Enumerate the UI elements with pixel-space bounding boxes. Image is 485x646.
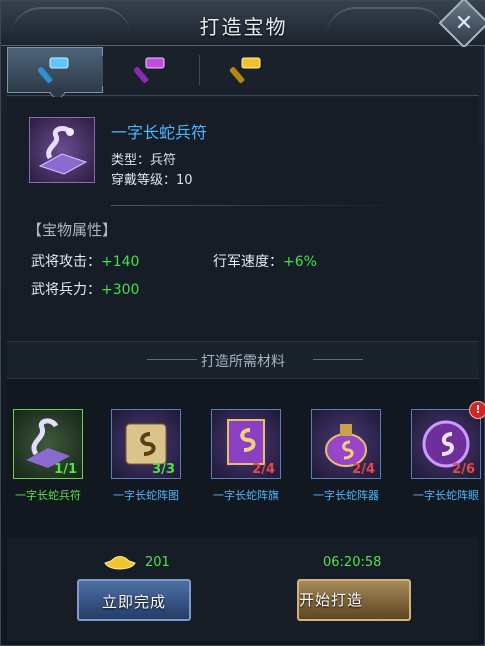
material-count: 3/3 [152, 462, 175, 477]
materials-header-bar: 打造所需材料 [7, 341, 479, 379]
attr-speed-value: +6% [283, 254, 317, 270]
material-label: 一字长蛇阵器 [313, 489, 379, 502]
tab-gold-hammer[interactable] [199, 47, 295, 93]
item-type: 类型：兵符 [111, 153, 177, 168]
hammer-tabs [7, 47, 479, 96]
gold-cost: 201 [103, 551, 170, 573]
close-button[interactable]: ✕ [438, 0, 485, 49]
serpent-token-icon[interactable] [29, 117, 95, 183]
alert-badge: ! [469, 401, 485, 419]
blue-hammer-icon [38, 57, 69, 84]
attr-attack-label: 武将攻击： [31, 254, 101, 270]
forge-treasure-window: 打造宝物 ✕ 一字长蛇兵符 类型：兵符 穿戴等级：10 【宝物属性】 武将攻击：… [0, 0, 485, 646]
material-label: 一字长蛇阵图 [113, 489, 179, 502]
item-info: 一字长蛇兵符 类型：兵符 穿戴等级：10 【宝物属性】 武将攻击：+140 行军… [7, 97, 479, 337]
tab-purple-hammer[interactable] [103, 47, 200, 93]
item-level: 穿戴等级：10 [111, 173, 193, 188]
material-count: 2/4 [352, 462, 375, 477]
serpent-token-art [38, 126, 88, 175]
material-count: 2/6 [452, 462, 475, 477]
gold-hammer-icon [230, 57, 261, 84]
attr-attack: 武将攻击：+140 [31, 251, 139, 271]
material-slot-token[interactable]: 1/1 一字长蛇兵符 [13, 409, 83, 502]
material-label: 一字长蛇兵符 [15, 489, 81, 502]
material-label: 一字长蛇阵旗 [213, 489, 279, 502]
header-line-right [313, 359, 363, 360]
close-icon: ✕ [454, 10, 474, 36]
attr-troops: 武将兵力：+300 [31, 279, 139, 299]
gold-ingot-icon [104, 556, 136, 570]
material-slot-eye[interactable]: ! 2/6 一字长蛇阵眼 [411, 401, 485, 502]
attr-march-speed: 行军速度：+6% [213, 251, 317, 271]
gold-value: 201 [145, 554, 170, 570]
forge-timer: 06:20:58 [323, 555, 382, 570]
window-title: 打造宝物 [199, 15, 288, 39]
start-forge-button[interactable]: 开始打造 [297, 579, 411, 621]
material-slot-flag[interactable]: 2/4 一字长蛇阵旗 [211, 409, 281, 502]
attr-troops-value: +300 [101, 282, 140, 298]
footer: 201 06:20:58 立即完成 开始打造 [7, 537, 479, 641]
attr-troops-label: 武将兵力： [31, 282, 101, 298]
attr-speed-label: 行军速度： [213, 254, 283, 270]
item-name: 一字长蛇兵符 [111, 123, 208, 142]
divider [111, 205, 411, 206]
material-count: 2/4 [252, 462, 275, 477]
title-bar: 打造宝物 ✕ [1, 0, 485, 49]
material-slot-vessel[interactable]: 2/4 一字长蛇阵器 [311, 409, 381, 502]
material-count: 1/1 [54, 462, 77, 477]
materials-header: 打造所需材料 [201, 354, 285, 370]
material-label: 一字长蛇阵眼 [413, 489, 479, 502]
materials-list: 1/1 一字长蛇兵符 3/3 一字长蛇阵图 2/4 一字长蛇阵旗 2/4 一字长… [7, 379, 485, 535]
material-slot-chart[interactable]: 3/3 一字长蛇阵图 [111, 409, 181, 502]
finish-now-button[interactable]: 立即完成 [77, 579, 191, 621]
attr-attack-value: +140 [101, 254, 140, 270]
purple-hammer-icon [134, 57, 165, 84]
attributes-header: 【宝物属性】 [27, 221, 118, 239]
tab-blue-hammer[interactable] [7, 47, 103, 93]
